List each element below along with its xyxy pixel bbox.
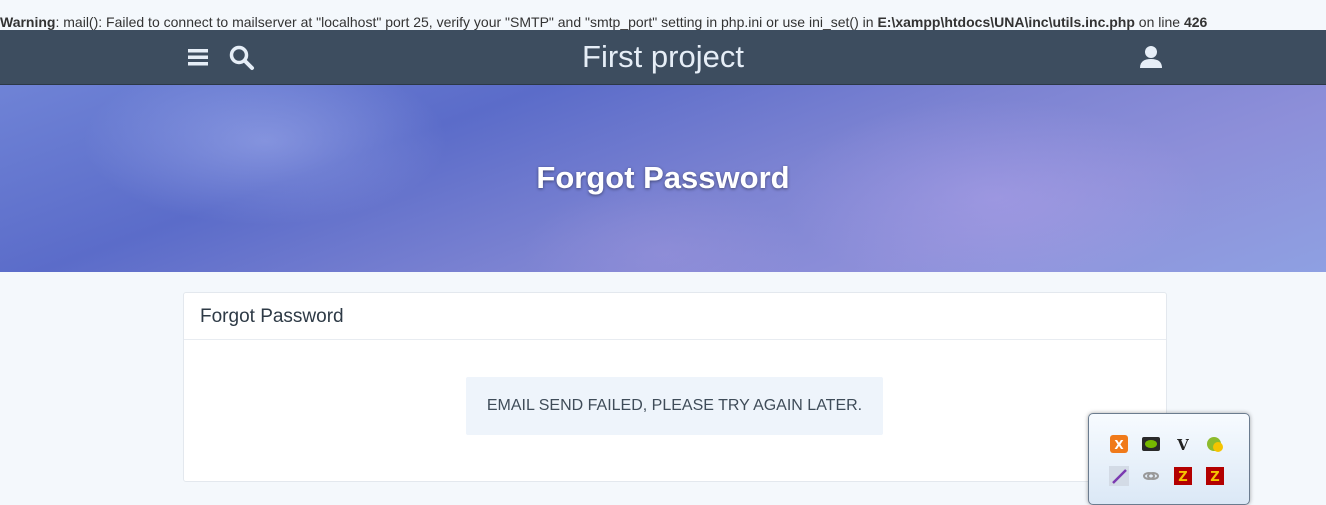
user-icon[interactable] <box>1138 43 1166 71</box>
filezilla-icon[interactable]: Z <box>1173 466 1193 486</box>
forgot-password-card: Forgot Password EMAIL SEND FAILED, PLEAS… <box>183 292 1167 482</box>
php-warning: Warning: mail(): Failed to connect to ma… <box>0 13 1207 31</box>
svg-text:V: V <box>1176 436 1189 454</box>
warning-on-line: on line <box>1134 14 1184 30</box>
warning-label: Warning <box>0 14 56 30</box>
update-icon[interactable] <box>1205 434 1225 454</box>
hero-banner: Forgot Password <box>0 85 1326 272</box>
nvidia-icon[interactable] <box>1141 434 1161 454</box>
pen-icon[interactable] <box>1109 466 1129 486</box>
xampp-icon[interactable]: X <box>1109 434 1129 454</box>
filezilla-icon[interactable]: Z <box>1205 466 1225 486</box>
card-title: Forgot Password <box>200 306 344 327</box>
svg-text:Z: Z <box>1178 470 1187 485</box>
hero-title: Forgot Password <box>536 160 790 195</box>
warning-file: E:\xampp\htdocs\UNA\inc\utils.inc.php <box>877 14 1135 30</box>
link-icon[interactable] <box>1141 466 1161 486</box>
top-navbar: First project <box>0 30 1326 85</box>
system-tray-popup: X V Z Z <box>1088 413 1250 505</box>
error-message: EMAIL SEND FAILED, PLEASE TRY AGAIN LATE… <box>466 377 883 435</box>
warning-message: : mail(): Failed to connect to mailserve… <box>55 14 878 30</box>
card-header: Forgot Password <box>184 293 1166 340</box>
warning-line-number: 426 <box>1183 14 1208 30</box>
svg-text:X: X <box>1114 438 1124 452</box>
site-title[interactable]: First project <box>0 39 1326 75</box>
svg-text:Z: Z <box>1210 470 1219 485</box>
vim-icon[interactable]: V <box>1173 434 1193 454</box>
